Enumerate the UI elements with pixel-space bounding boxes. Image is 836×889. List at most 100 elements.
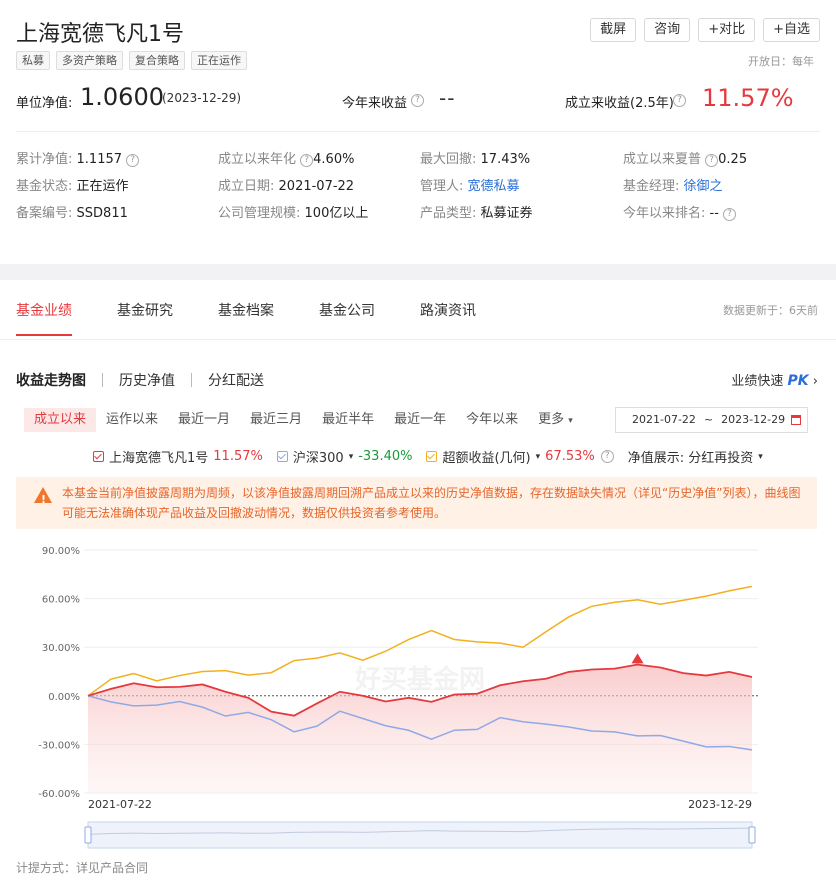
info-max-drawdown: 最大回撤: 17.43% bbox=[420, 152, 531, 167]
manager-link[interactable]: 宽德私募 bbox=[468, 179, 520, 194]
tab-company[interactable]: 基金公司 bbox=[319, 300, 375, 336]
info-sharpe: 成立以来夏普 ? 0.25 bbox=[623, 152, 748, 167]
info-manager: 管理人: 宽德私募 bbox=[420, 179, 520, 194]
legend-index[interactable]: 沪深300 ▾ -33.40% bbox=[276, 447, 412, 466]
info-portfolio-manager: 基金经理: 徐御之 bbox=[623, 179, 723, 194]
help-icon[interactable]: ? bbox=[126, 154, 140, 167]
y-tick-label: 0.00% bbox=[48, 692, 80, 703]
tab-divider bbox=[0, 339, 836, 340]
fund-title: 上海宽德飞凡1号 bbox=[16, 22, 184, 47]
y-tick-label: 90.00% bbox=[42, 546, 80, 557]
info-cum-nav: 累计净值: 1.1157 ? bbox=[16, 148, 140, 167]
fee-method-note: 计提方式：详见产品合同 bbox=[16, 861, 149, 875]
quick-pk-link[interactable]: 业绩快速 PK › bbox=[731, 370, 818, 389]
tab-roadshow[interactable]: 路演资讯 bbox=[420, 300, 476, 336]
checkbox-excess[interactable] bbox=[426, 451, 438, 462]
action-bar: 截屏 咨询 +对比 +自选 bbox=[590, 18, 820, 42]
fund-tags: 私募 多资产策略 复合策略 正在运作 bbox=[16, 51, 247, 70]
watchlist-button[interactable]: +自选 bbox=[763, 18, 820, 42]
checkbox-index[interactable] bbox=[276, 451, 288, 462]
period-1y[interactable]: 最近一年 bbox=[384, 408, 456, 432]
y-tick-label: 30.00% bbox=[42, 643, 80, 654]
y-tick-label: -60.00% bbox=[38, 789, 80, 800]
caret-down-icon: ▾ bbox=[535, 451, 541, 462]
help-icon[interactable]: ? bbox=[600, 450, 614, 463]
calendar-icon[interactable] bbox=[791, 415, 801, 425]
range-handle-right[interactable] bbox=[748, 826, 756, 844]
nav-display-select[interactable]: 净值展示: 分红再投资 ▾ bbox=[628, 447, 763, 466]
tag-composite: 复合策略 bbox=[129, 51, 185, 70]
help-icon[interactable]: ? bbox=[411, 94, 424, 107]
info-established: 成立日期: 2021-07-22 bbox=[218, 179, 355, 194]
chevron-right-icon: › bbox=[812, 374, 818, 389]
caret-down-icon: ▾ bbox=[568, 416, 573, 426]
subtab-history-nav[interactable]: 历史净值 bbox=[119, 370, 175, 390]
period-ytd[interactable]: 今年以来 bbox=[456, 408, 528, 432]
date-range-picker[interactable]: 2021-07-22 ~2023-12-29 bbox=[615, 407, 808, 433]
portfolio-manager-link[interactable]: 徐御之 bbox=[684, 179, 723, 194]
period-more-dropdown[interactable]: 更多 ▾ bbox=[528, 408, 583, 432]
date-start: 2021-07-22 bbox=[632, 413, 696, 426]
sub-tabs: 收益走势图 历史净值 分红配送 bbox=[16, 370, 264, 390]
nav-row: 单位净值: 1.0600 (2023-12-29) 今年来收益 ? -- 成立来… bbox=[16, 83, 820, 112]
tab-profile[interactable]: 基金档案 bbox=[218, 300, 274, 336]
range-handle-left[interactable] bbox=[84, 826, 92, 844]
main-tabs: 基金业绩 基金研究 基金档案 基金公司 路演资讯 bbox=[16, 300, 521, 336]
subtab-dividend[interactable]: 分红配送 bbox=[208, 370, 264, 390]
caret-down-icon: ▾ bbox=[348, 451, 354, 462]
return-chart[interactable]: 90.00% 60.00% 30.00% 0.00% -30.00% -60.00% 好买基… bbox=[0, 540, 836, 855]
warning-icon bbox=[34, 487, 52, 510]
compare-button[interactable]: +对比 bbox=[698, 18, 756, 42]
help-icon[interactable]: ? bbox=[673, 94, 686, 107]
y-tick-label: 60.00% bbox=[42, 595, 80, 606]
caret-down-icon: ▾ bbox=[758, 451, 763, 462]
date-end: 2023-12-29 bbox=[721, 413, 786, 426]
legend-excess[interactable]: 超额收益(几何) ▾ 67.53% ? bbox=[426, 447, 614, 466]
nav-value: 1.0600 bbox=[80, 83, 164, 111]
tag-multi-asset: 多资产策略 bbox=[56, 51, 123, 70]
period-since-inception[interactable]: 成立以来 bbox=[24, 408, 97, 432]
help-icon[interactable]: ? bbox=[300, 154, 314, 167]
peak-marker bbox=[631, 653, 644, 664]
separator bbox=[191, 373, 192, 387]
open-day: 开放日：每年 bbox=[748, 55, 814, 68]
subtab-return-chart[interactable]: 收益走势图 bbox=[16, 370, 86, 390]
info-registration: 备案编号: SSD811 bbox=[16, 206, 128, 221]
period-6m[interactable]: 最近半年 bbox=[312, 408, 384, 432]
y-tick-label: -30.00% bbox=[38, 740, 80, 751]
ytd-value: -- bbox=[439, 86, 456, 110]
divider bbox=[16, 131, 820, 132]
info-annualized: 成立以来年化 ? 4.60% bbox=[218, 152, 355, 167]
period-3m[interactable]: 最近三月 bbox=[240, 408, 312, 432]
data-warning-banner: 本基金当前净值披露周期为周频，以该净值披露周期回溯产品成立以来的历史净值数据，存… bbox=[16, 477, 817, 529]
info-ytd-rank: 今年以来排名: -- ? bbox=[623, 202, 737, 221]
info-product-type: 产品类型: 私募证券 bbox=[420, 206, 533, 221]
screenshot-button[interactable]: 截屏 bbox=[590, 18, 637, 42]
help-icon[interactable]: ? bbox=[705, 154, 719, 167]
tab-research[interactable]: 基金研究 bbox=[117, 300, 173, 336]
performance-card: 基金业绩 基金研究 基金档案 基金公司 路演资讯 数据更新于：6天前 收益走势图… bbox=[0, 280, 836, 889]
consult-button[interactable]: 咨询 bbox=[644, 18, 691, 42]
update-note: 数据更新于：6天前 bbox=[723, 304, 818, 317]
legend-fund[interactable]: 上海宽德飞凡1号 11.57% bbox=[93, 447, 263, 466]
tab-performance[interactable]: 基金业绩 bbox=[16, 300, 72, 336]
chart-legend: 上海宽德飞凡1号 11.57% 沪深300 ▾ -33.40% 超额收益(几何) ▾ 67… bbox=[93, 447, 777, 466]
nav-date: (2023-12-29) bbox=[162, 91, 242, 105]
since-inception-label: 成立来收益(2.5年) bbox=[565, 96, 674, 111]
period-since-operation[interactable]: 运作以来 bbox=[96, 408, 168, 432]
separator bbox=[102, 373, 103, 387]
x-label-start: 2021-07-22 bbox=[88, 798, 152, 811]
help-icon[interactable]: ? bbox=[723, 208, 737, 221]
pk-badge: PK bbox=[787, 373, 809, 389]
info-scale: 公司管理规模: 100亿以上 bbox=[218, 206, 369, 221]
watermark: 好买基金网 bbox=[354, 664, 485, 695]
checkbox-fund[interactable] bbox=[93, 451, 104, 462]
x-label-end: 2023-12-29 bbox=[688, 798, 752, 811]
tag-private: 私募 bbox=[16, 51, 50, 70]
period-1m[interactable]: 最近一月 bbox=[168, 408, 240, 432]
tag-running: 正在运作 bbox=[191, 51, 247, 70]
ytd-label: 今年来收益 bbox=[342, 96, 408, 111]
info-status: 基金状态: 正在运作 bbox=[16, 179, 129, 194]
range-navigator bbox=[87, 821, 753, 849]
period-selector: 成立以来 运作以来 最近一月 最近三月 最近半年 最近一年 今年以来 更多 ▾ bbox=[24, 408, 583, 432]
